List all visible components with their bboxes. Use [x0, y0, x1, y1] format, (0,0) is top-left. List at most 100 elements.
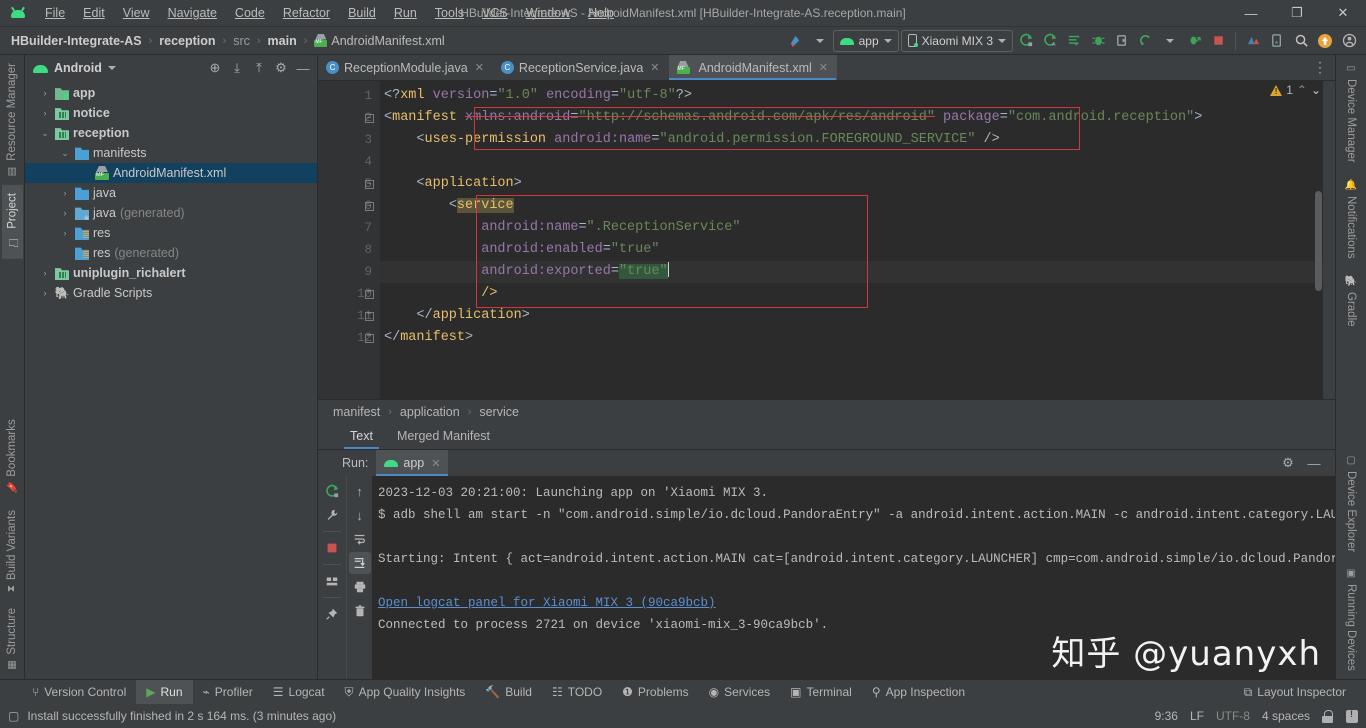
menu-run[interactable]: Run [385, 3, 426, 23]
notification-icon[interactable] [1346, 709, 1358, 723]
toolwindow-run[interactable]: ▶ Run [136, 680, 193, 704]
fold-marker-manifest[interactable]: − [362, 107, 376, 129]
logcat-icon[interactable] [1135, 30, 1157, 52]
open-logcat-link[interactable]: Open logcat panel for Xiaomi MIX 3 (90ca… [378, 596, 716, 610]
tree-item-res[interactable]: › res [25, 223, 317, 243]
profile-icon[interactable] [1063, 30, 1085, 52]
caret-position[interactable]: 9:36 [1155, 709, 1178, 723]
sidebar-item-running-devices[interactable]: ▣ Running Devices [1343, 560, 1359, 679]
menu-build[interactable]: Build [339, 3, 385, 23]
tab-text[interactable]: Text [338, 423, 385, 449]
search-icon[interactable] [1290, 30, 1312, 52]
toolwindow-version-control[interactable]: ⑂ Version Control [22, 680, 136, 704]
logcat-dropdown-icon[interactable] [1159, 30, 1181, 52]
chevron-right-icon[interactable]: › [39, 88, 51, 98]
breadcrumb-project[interactable]: HBuilder-Integrate-AS [8, 34, 145, 48]
run-icon[interactable] [1015, 30, 1037, 52]
run-coverage-icon[interactable]: A [1039, 30, 1061, 52]
chevron-right-icon[interactable]: › [59, 188, 71, 198]
sidebar-item-notifications[interactable]: 🔔 Notifications [1343, 171, 1359, 267]
scroll-up-icon[interactable]: ↑ [349, 480, 371, 502]
fold-marker-service-end[interactable]: ⌃ [362, 283, 376, 305]
prev-problem-icon[interactable]: ⌃ [1297, 83, 1307, 97]
stop-icon[interactable] [1207, 30, 1229, 52]
tab-receptionservice-java[interactable]: C ReceptionService.java ✕ [493, 55, 669, 80]
close-icon[interactable]: ✕ [431, 457, 440, 470]
toolwindow-app-inspection[interactable]: ⚲ App Inspection [862, 680, 975, 704]
menu-navigate[interactable]: Navigate [159, 3, 226, 23]
settings-gear-icon[interactable]: ⚙ [271, 58, 291, 78]
toolwindow-services[interactable]: ◉ Services [699, 680, 781, 704]
tab-merged-manifest[interactable]: Merged Manifest [385, 423, 502, 449]
soft-wrap-icon[interactable] [349, 528, 371, 550]
chevron-right-icon[interactable]: › [39, 268, 51, 278]
clear-all-icon[interactable] [349, 600, 371, 622]
menu-help[interactable]: Help [579, 3, 623, 23]
debug-icon[interactable] [1087, 30, 1109, 52]
sidebar-item-bookmarks[interactable]: 🔖 Bookmarks [4, 411, 20, 502]
file-encoding[interactable]: UTF-8 [1216, 709, 1250, 723]
tree-item-gradle-scripts[interactable]: › 🐘 Gradle Scripts [25, 283, 317, 303]
avd-manager-icon[interactable] [1266, 30, 1288, 52]
tree-item-java[interactable]: › java [25, 183, 317, 203]
chevron-right-icon[interactable]: › [39, 108, 51, 118]
select-opened-file-icon[interactable]: ⊕ [205, 58, 225, 78]
tree-item-res-generated[interactable]: res (generated) [25, 243, 317, 263]
toolwindow-problems[interactable]: ❶ Problems [612, 680, 698, 704]
sidebar-item-gradle[interactable]: 🐘 Gradle [1343, 267, 1359, 335]
sidebar-item-device-manager[interactable]: ▭ Device Manager [1343, 55, 1359, 171]
toolwindow-logcat[interactable]: ☰ Logcat [263, 680, 335, 704]
menu-window[interactable]: Window [517, 3, 579, 23]
toolwindow-app-quality-insights[interactable]: ⛨ App Quality Insights [335, 680, 476, 704]
print-icon[interactable] [349, 576, 371, 598]
console-output[interactable]: 2023-12-03 20:21:00: Launching app on 'X… [372, 476, 1335, 679]
close-icon[interactable]: ✕ [650, 61, 659, 74]
tree-item-reception[interactable]: ⌄ reception [25, 123, 317, 143]
breadcrumb-manifest[interactable]: manifest [330, 405, 383, 419]
run-configuration-selector[interactable]: app [832, 29, 899, 52]
maximize-restore-button[interactable]: ❐ [1274, 0, 1320, 27]
next-problem-icon[interactable]: ⌄ [1311, 83, 1321, 97]
close-icon[interactable]: ✕ [819, 61, 828, 74]
chevron-right-icon[interactable]: › [59, 228, 71, 238]
toolwindow-build[interactable]: 🔨 Build [475, 680, 542, 704]
tab-receptionmodule-java[interactable]: C ReceptionModule.java ✕ [318, 55, 493, 80]
breadcrumb-main[interactable]: main [265, 34, 300, 48]
breadcrumb-service[interactable]: service [476, 405, 522, 419]
fold-marker-application-end[interactable]: ⌃ [362, 305, 376, 327]
editor-tabs-options-icon[interactable]: ⋮ [1305, 55, 1335, 80]
menu-refactor[interactable]: Refactor [274, 3, 339, 23]
sidebar-item-build-variants[interactable]: ⧗ Build Variants [4, 502, 20, 600]
sync-dropdown-icon[interactable] [809, 30, 831, 52]
chevron-down-icon[interactable] [107, 66, 116, 70]
tree-item-uniplugin-richalert[interactable]: › uniplugin_richalert [25, 263, 317, 283]
breadcrumb-application[interactable]: application [397, 405, 463, 419]
layout-icon[interactable] [321, 570, 343, 592]
tree-item-java-generated[interactable]: › java (generated) [25, 203, 317, 223]
tab-androidmanifest-xml[interactable]: AndroidManifest.xml ✕ [668, 55, 837, 80]
code-content[interactable]: <?xml version="1.0" encoding="utf-8"?> <… [380, 81, 1335, 399]
sync-gradle-icon[interactable] [785, 30, 807, 52]
close-button[interactable]: ✕ [1320, 0, 1366, 27]
collapse-all-icon[interactable]: ⤒ [249, 58, 269, 78]
console-line-link[interactable]: Open logcat panel for Xiaomi MIX 3 (90ca… [378, 592, 1335, 614]
menu-code[interactable]: Code [226, 3, 274, 23]
toolwindow-terminal[interactable]: ▣ Terminal [780, 680, 862, 704]
breadcrumb-src[interactable]: src [230, 34, 253, 48]
tree-item-androidmanifest-xml[interactable]: AndroidManifest.xml [25, 163, 317, 183]
pin-icon[interactable] [321, 603, 343, 625]
run-tab-app[interactable]: app ✕ [376, 450, 449, 476]
wrench-settings-icon[interactable] [321, 504, 343, 526]
expand-all-icon[interactable]: ⤓ [227, 58, 247, 78]
device-manager-icon[interactable] [1242, 30, 1264, 52]
menu-edit[interactable]: Edit [74, 3, 114, 23]
sidebar-item-structure[interactable]: ▦ Structure [4, 600, 20, 679]
code-editor[interactable]: 1 2 3 4 5 6 7 8 9 10 11 12 − − − ⌃ ⌃ ⌃ <… [318, 81, 1335, 399]
toolwindow-profiler[interactable]: ⌁ Profiler [193, 680, 263, 704]
menu-vcs[interactable]: VCS [473, 3, 517, 23]
attach-debugger-icon[interactable] [1111, 30, 1133, 52]
stop-icon[interactable] [321, 537, 343, 559]
chevron-right-icon[interactable]: › [39, 288, 51, 298]
menu-file[interactable]: File [36, 3, 74, 23]
toolwindow-todo[interactable]: ☷ TODO [542, 680, 612, 704]
